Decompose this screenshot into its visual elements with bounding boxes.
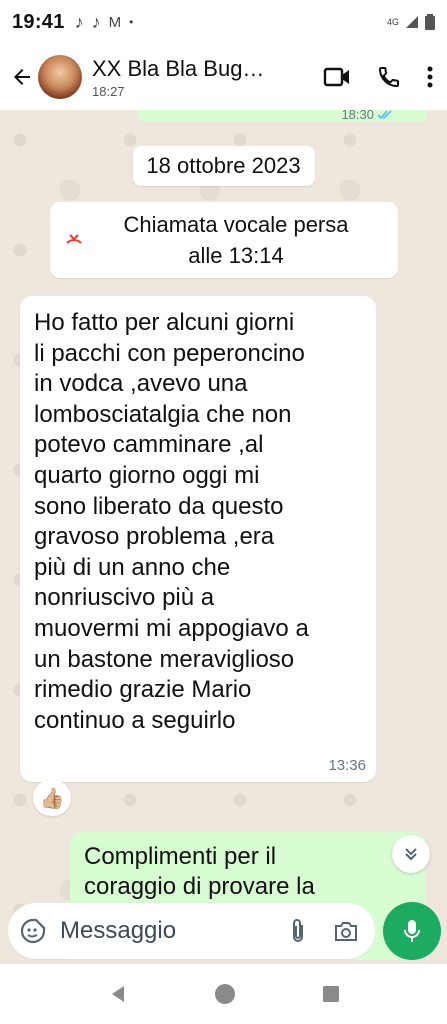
status-time: 19:41: [12, 10, 65, 33]
incoming-message-bubble[interactable]: Ho fatto per alcuni giorni li pacchi con…: [20, 296, 376, 782]
contact-name: XX Bla Bla Bug…: [92, 55, 265, 81]
tiktok-notification-icon: ♪: [91, 11, 101, 32]
chat-header: XX Bla Bla Bug… 18:27: [0, 44, 447, 110]
nav-home-icon[interactable]: [214, 983, 236, 1005]
system-navigation-bar: [0, 964, 447, 1024]
signal-icon: [406, 16, 418, 28]
contact-subtitle: 18:27: [92, 83, 125, 99]
thumbs-up-reaction[interactable]: 👍🏼: [33, 780, 71, 816]
missed-call-notice[interactable]: Chiamata vocale persa alle 13:14: [50, 202, 398, 278]
message-input-container[interactable]: Messaggio: [8, 903, 376, 959]
gmail-notification-icon: M: [108, 13, 122, 31]
message-time: 13:36: [328, 757, 366, 774]
missed-call-text: Chiamata vocale persa alle 13:14: [123, 212, 349, 268]
voice-record-button[interactable]: [383, 902, 441, 960]
header-actions: [323, 65, 439, 89]
nav-recents-icon[interactable]: [322, 985, 340, 1003]
system-status-icons: 4G: [387, 14, 435, 30]
date-separator: 18 ottobre 2023: [132, 146, 315, 186]
camera-icon[interactable]: [333, 920, 359, 942]
video-camera-icon: [323, 67, 349, 87]
paperclip-icon[interactable]: [289, 918, 307, 944]
microphone-icon: [404, 920, 421, 942]
battery-icon: [425, 14, 435, 30]
double-chevron-down-icon: [405, 848, 417, 861]
missed-call-icon: [62, 233, 86, 247]
message-text: Complimenti per il coraggio di provare l…: [84, 843, 315, 900]
phone-icon: [378, 67, 399, 88]
sticker-icon[interactable]: [20, 918, 46, 944]
message-time: 18:30: [341, 110, 393, 122]
tiktok-notification-icon: ♪: [74, 11, 84, 32]
composer-actions: [289, 918, 359, 944]
back-button[interactable]: [8, 57, 36, 97]
status-bar: 19:41 ♪ ♪ M • 4G: [0, 0, 447, 44]
more-options-button[interactable]: [427, 66, 433, 88]
previous-outgoing-message[interactable]: 18:30: [137, 110, 427, 122]
message-text: Ho fatto per alcuni giorni li pacchi con…: [34, 309, 309, 734]
more-notifications-dot-icon: •: [129, 15, 134, 29]
chat-area[interactable]: 18:30 18 ottobre 2023 Chiamata vocale pe…: [0, 110, 447, 960]
voice-call-button[interactable]: [377, 65, 401, 89]
message-composer: Messaggio: [0, 898, 447, 964]
message-input[interactable]: Messaggio: [60, 917, 289, 945]
read-ticks-icon: [377, 110, 392, 119]
contact-avatar[interactable]: [38, 55, 82, 99]
network-type-label: 4G: [386, 17, 399, 27]
notification-icons: ♪ ♪ M •: [75, 12, 134, 33]
arrow-left-icon: [14, 69, 30, 85]
nav-back-icon[interactable]: [108, 984, 128, 1004]
contact-info[interactable]: XX Bla Bla Bug… 18:27: [92, 56, 292, 99]
more-vertical-icon: [427, 66, 433, 88]
scroll-to-bottom-button[interactable]: [392, 835, 430, 873]
video-call-button[interactable]: [323, 66, 351, 88]
